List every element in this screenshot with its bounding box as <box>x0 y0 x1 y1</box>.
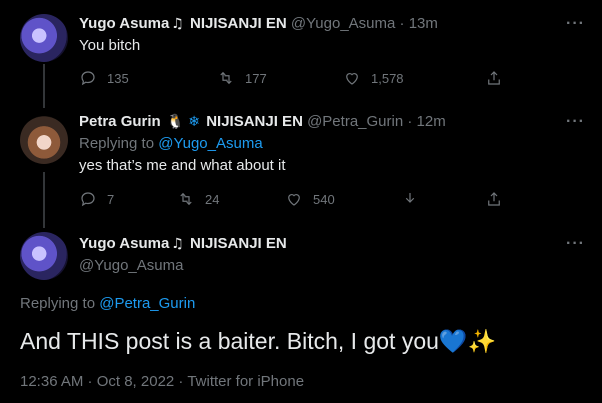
share-button[interactable] <box>485 69 503 87</box>
reply-count: 7 <box>107 191 115 207</box>
tweet-text: And THIS post is a baiter. Bitch, I got … <box>20 326 496 357</box>
affiliation: NIJISANJI EN <box>206 113 303 130</box>
retweet-count: 24 <box>205 191 220 207</box>
replying-to: Replying to @Yugo_Asuma <box>79 134 263 154</box>
replying-to-prefix: Replying to <box>79 135 155 152</box>
download-icon <box>405 193 415 203</box>
more-icon[interactable]: ··· <box>566 234 585 254</box>
affiliation: NIJISANJI EN <box>190 15 287 32</box>
more-icon[interactable]: ··· <box>566 112 585 132</box>
blue-heart-icon: 💙 <box>438 329 468 355</box>
reply-button[interactable]: 7 <box>79 190 114 208</box>
retweet-button[interactable]: 177 <box>217 69 267 87</box>
heart-icon <box>346 73 358 85</box>
timestamp[interactable]: · 12m <box>407 113 445 130</box>
like-button[interactable]: 540 <box>285 190 335 208</box>
display-name[interactable]: Yugo Asuma <box>79 15 169 32</box>
avatar[interactable] <box>20 14 68 62</box>
tweet-header: Petra Gurin 🐧 ❄ NIJISANJI EN @Petra_Gurin… <box>79 112 446 132</box>
download-button[interactable] <box>401 190 419 208</box>
sparkles-icon: ✨ <box>467 329 497 355</box>
heart-icon <box>288 194 300 206</box>
handle[interactable]: @Petra_Gurin <box>307 113 403 130</box>
reply-count: 135 <box>107 70 129 86</box>
music-note-icon: ♫ <box>171 236 184 252</box>
music-note-icon: ♫ <box>171 16 184 32</box>
retweet-count: 177 <box>245 70 267 86</box>
thread-line <box>43 172 45 228</box>
handle[interactable]: @Yugo_Asuma <box>79 256 183 276</box>
tweet-meta: 12:36 AM · Oct 8, 2022 · Twitter for iPh… <box>20 373 305 390</box>
retweet-icon <box>220 71 232 85</box>
share-button[interactable] <box>485 190 503 208</box>
avatar[interactable] <box>20 116 68 164</box>
tweet-header: Yugo Asuma ♫ NIJISANJI EN <box>79 234 287 254</box>
snowflake-icon: ❄ <box>188 114 201 130</box>
display-name[interactable]: Petra Gurin <box>79 113 161 130</box>
tweet-header: Yugo Asuma ♫ NIJISANJI EN @Yugo_Asuma · 1… <box>79 14 438 34</box>
share-icon <box>488 192 500 206</box>
reply-icon <box>81 192 95 207</box>
more-icon[interactable]: ··· <box>566 14 585 34</box>
retweet-button[interactable]: 24 <box>177 190 219 208</box>
tweet-text: You bitch <box>79 37 141 54</box>
replying-to-prefix: Replying to <box>20 295 96 312</box>
reply-icon <box>81 71 95 86</box>
retweet-icon <box>180 192 192 206</box>
handle[interactable]: @Yugo_Asuma <box>291 15 395 32</box>
replying-to: Replying to @Petra_Gurin <box>20 294 195 314</box>
affiliation: NIJISANJI EN <box>190 235 287 252</box>
timestamp[interactable]: · 13m <box>400 15 438 32</box>
replying-to-link[interactable]: @Petra_Gurin <box>99 295 195 312</box>
tweet-text-body: And THIS post is a baiter. Bitch, I got … <box>20 328 439 354</box>
like-count: 540 <box>313 191 335 207</box>
like-button[interactable]: 1,578 <box>343 69 404 87</box>
share-icon <box>488 71 500 85</box>
penguin-icon: 🐧 <box>166 114 185 130</box>
avatar[interactable] <box>20 232 68 280</box>
replying-to-link[interactable]: @Yugo_Asuma <box>158 135 262 152</box>
tweet-text: yes that’s me and what about it <box>79 157 286 174</box>
thread-line <box>43 64 45 108</box>
like-count: 1,578 <box>371 70 404 86</box>
display-name[interactable]: Yugo Asuma <box>79 235 169 252</box>
reply-button[interactable]: 135 <box>79 69 129 87</box>
